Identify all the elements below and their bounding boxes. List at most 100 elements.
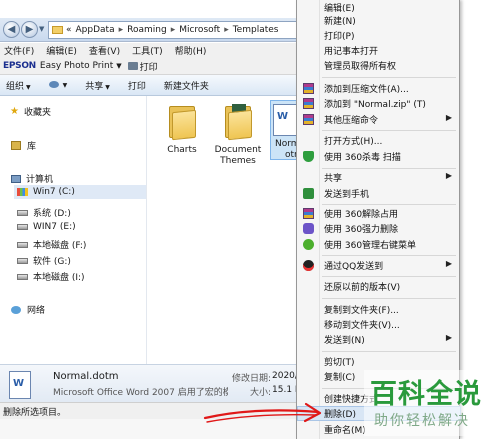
nav-drive-d[interactable]: 系统 (D:) xyxy=(17,206,71,219)
menu-item-cut[interactable]: 剪切(T) xyxy=(297,354,461,369)
menu-item-send-via-qq[interactable]: 通过QQ发送到 ▶ xyxy=(297,258,461,273)
open-with-button[interactable]: ▼ xyxy=(48,80,67,90)
menu-item-print[interactable]: 打印(P) xyxy=(297,28,461,43)
shredder-icon xyxy=(303,223,314,234)
menu-item-share[interactable]: 共享 ▶ xyxy=(297,170,461,185)
menu-item-label: 通过QQ发送到 xyxy=(324,262,384,272)
epson-app-button[interactable]: Easy Photo Print xyxy=(40,61,113,71)
menu-item-add-to-zip[interactable]: 添加到 "Normal.zip" (T) xyxy=(297,96,461,111)
nav-network[interactable]: 网络 xyxy=(11,303,45,316)
library-icon xyxy=(11,141,21,150)
details-modified-label: 修改日期: xyxy=(232,374,272,384)
file-name-line2: otm xyxy=(285,150,299,160)
breadcrumb-roaming[interactable]: Roaming xyxy=(127,25,167,35)
menu-item-copy-to-folder[interactable]: 复制到文件夹(F)... xyxy=(297,302,461,317)
breadcrumb-templates[interactable]: Templates xyxy=(233,25,279,35)
menu-item-open-with[interactable]: 打开方式(H)... xyxy=(297,133,461,148)
phone-icon xyxy=(303,188,314,199)
menu-file[interactable]: 文件(F) xyxy=(4,44,34,57)
status-bar: 删除所选项目。 xyxy=(0,402,300,419)
epson-print-button[interactable]: 打印 xyxy=(127,60,158,73)
folder-icon xyxy=(52,26,63,34)
menu-edit[interactable]: 编辑(E) xyxy=(46,44,77,57)
menu-item-label: 移动到文件夹(V)... xyxy=(324,321,400,331)
menu-item-take-ownership[interactable]: 管理员取得所有权 xyxy=(297,58,461,73)
watermark-slogan: 助你轻松解决 xyxy=(374,413,470,429)
epson-logo: EPSON xyxy=(3,61,36,71)
nav-drive-f[interactable]: 本地磁盘 (F:) xyxy=(17,238,86,251)
breadcrumb-separator-icon[interactable]: ▸ xyxy=(119,25,124,35)
breadcrumb-microsoft[interactable]: Microsoft xyxy=(179,25,220,35)
menu-item-360-unlock[interactable]: 使用 360解除占用 xyxy=(297,206,461,221)
details-size-label: 大小: xyxy=(250,388,272,398)
menu-item-new[interactable]: 新建(N) xyxy=(297,13,461,28)
menu-item-label: 管理员取得所有权 xyxy=(324,62,397,72)
folder-icon xyxy=(223,102,253,141)
menu-help[interactable]: 帮助(H) xyxy=(175,44,207,57)
share-button[interactable]: 共享 ▼ xyxy=(85,79,110,92)
breadcrumb-appdata[interactable]: AppData xyxy=(76,25,115,35)
bottom-strip xyxy=(0,419,300,439)
menu-item-360-scan[interactable]: 使用 360杀毒 扫描 xyxy=(297,149,461,164)
word-document-icon xyxy=(273,104,297,136)
arrow-right-icon: ▶ xyxy=(25,24,34,35)
share-label: 共享 xyxy=(85,81,104,92)
menu-item-other-compress[interactable]: 其他压缩命令 ▶ xyxy=(297,112,461,127)
menu-item-send-to[interactable]: 发送到(N) ▶ xyxy=(297,332,461,347)
menu-item-move-to-folder[interactable]: 移动到文件夹(V)... xyxy=(297,317,461,332)
breadcrumb-separator-icon[interactable]: ▸ xyxy=(171,25,176,35)
nav-computer[interactable]: 计算机 xyxy=(11,172,53,185)
forward-button[interactable]: ▶ xyxy=(21,21,38,38)
menu-item-open-notepad[interactable]: 用记事本打开 xyxy=(297,43,461,58)
menu-item-label: 其他压缩命令 xyxy=(324,116,379,126)
menu-separator xyxy=(322,168,456,169)
menu-item-send-to-phone[interactable]: 发送到手机 xyxy=(297,186,461,201)
menu-item-add-to-archive[interactable]: 添加到压缩文件(A)... xyxy=(297,81,461,96)
menu-item-restore-versions[interactable]: 还原以前的版本(V) xyxy=(297,279,461,294)
menu-view[interactable]: 查看(V) xyxy=(89,44,120,57)
menu-item-360-menu-manager[interactable]: 使用 360管理右键菜单 xyxy=(297,237,461,252)
new-folder-button[interactable]: 新建文件夹 xyxy=(164,79,209,92)
nav-drive-c[interactable]: Win7 (C:) xyxy=(14,185,146,199)
network-icon xyxy=(11,305,21,314)
chevron-down-icon: ▼ xyxy=(105,83,110,91)
windows-drive-icon xyxy=(17,188,28,196)
command-bar: 组织 ▼ ▼ 共享 ▼ 打印 新建文件夹 xyxy=(0,75,300,96)
chevron-down-icon[interactable]: ▼ xyxy=(116,62,121,70)
submenu-arrow-icon: ▶ xyxy=(445,113,452,122)
breadcrumb-separator-icon[interactable]: ▸ xyxy=(224,25,229,35)
drive-icon xyxy=(17,224,28,230)
nav-drive-i[interactable]: 本地磁盘 (I:) xyxy=(17,270,85,283)
back-button[interactable]: ◀ xyxy=(3,21,20,38)
file-name: Document Themes xyxy=(214,145,262,166)
nav-libraries[interactable]: 库 xyxy=(11,139,36,152)
organize-button[interactable]: 组织 ▼ xyxy=(6,79,31,92)
menu-item-360-force-delete[interactable]: 使用 360强力删除 xyxy=(297,221,461,236)
menu-item-label: 共享 xyxy=(324,174,343,184)
winrar-icon xyxy=(303,114,314,125)
epson-toolbar: EPSON Easy Photo Print ▼ 打印 xyxy=(0,58,300,75)
nav-drive-e[interactable]: WIN7 (E:) xyxy=(17,222,76,232)
nav-drive-label: WIN7 (E:) xyxy=(33,222,76,232)
menu-item-label: 新建(N) xyxy=(324,17,356,27)
file-tile-charts[interactable]: Charts xyxy=(152,102,212,156)
epson-print-label: 打印 xyxy=(139,62,158,73)
details-file-name: Normal.dotm xyxy=(53,371,119,382)
menu-item-label: 复制(C) xyxy=(324,373,356,383)
menu-item-label: 添加到压缩文件(A)... xyxy=(324,85,409,95)
nav-favorites[interactable]: ★ 收藏夹 xyxy=(10,105,51,118)
menu-item-label: 复制到文件夹(F)... xyxy=(324,306,399,316)
menu-item-label: 剪切(T) xyxy=(324,358,355,368)
address-box[interactable]: « AppData ▸ Roaming ▸ Microsoft ▸ Templa… xyxy=(48,21,300,39)
recent-pages-dropdown-icon[interactable]: ▼ xyxy=(39,25,44,33)
nav-drive-label: 系统 (D:) xyxy=(33,209,71,219)
menu-separator xyxy=(322,130,456,131)
nav-drive-g[interactable]: 软件 (G:) xyxy=(17,254,71,267)
menu-item-label: 删除(D) xyxy=(324,410,356,420)
file-tile-document-themes[interactable]: Document Themes xyxy=(208,102,268,167)
menu-tools[interactable]: 工具(T) xyxy=(132,44,163,57)
drive-icon xyxy=(17,241,28,248)
print-button[interactable]: 打印 xyxy=(128,79,146,92)
breadcrumb-overflow[interactable]: « xyxy=(66,25,72,35)
360-shield-icon xyxy=(303,151,314,162)
